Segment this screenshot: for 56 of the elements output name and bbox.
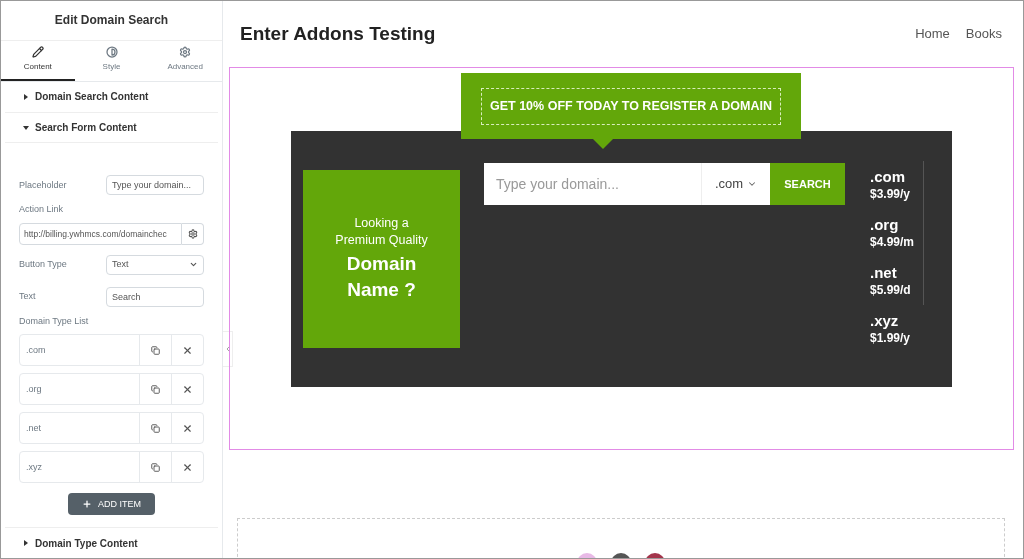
tld-select[interactable]: .com bbox=[701, 163, 770, 205]
tld-price: $1.99/y bbox=[870, 330, 912, 346]
close-icon bbox=[182, 422, 193, 434]
select-field[interactable]: Text bbox=[106, 254, 204, 275]
field-label: Domain Type List bbox=[19, 314, 90, 328]
copy-icon bbox=[151, 462, 160, 472]
promo-text: GET 10% OFF TODAY TO REGISTER A DOMAIN bbox=[481, 87, 781, 125]
settings-icon bbox=[187, 228, 198, 239]
promo-title: Domain Name ? bbox=[345, 252, 418, 302]
section-header[interactable]: Domain Type Content bbox=[5, 527, 218, 558]
tld-name: .org bbox=[870, 216, 900, 234]
section-header[interactable]: Search Form Content bbox=[5, 112, 218, 144]
pencil-icon bbox=[31, 46, 44, 59]
add-item-button[interactable]: ADD ITEM bbox=[68, 493, 155, 516]
caret-icon bbox=[747, 179, 758, 189]
settings-icon bbox=[179, 46, 192, 59]
copy-icon bbox=[151, 423, 160, 433]
close-icon bbox=[182, 344, 193, 356]
caret-icon bbox=[23, 93, 29, 100]
copy-icon bbox=[151, 384, 160, 394]
repeater-item-title[interactable]: .xyz bbox=[20, 452, 139, 483]
nav-link[interactable]: Books bbox=[965, 24, 1002, 44]
site-title: Enter Addons Testing bbox=[240, 21, 436, 46]
input-field[interactable]: Type your domain... bbox=[106, 175, 204, 196]
field-label: Button Type bbox=[19, 258, 67, 272]
field-label: Placeholder bbox=[19, 178, 67, 192]
plus-icon bbox=[82, 499, 92, 510]
repeater-item-title[interactable]: .org bbox=[20, 374, 139, 405]
section-header[interactable]: Domain Search Content bbox=[5, 82, 218, 113]
panel-tab[interactable]: Style bbox=[74, 40, 149, 82]
panel-tab[interactable]: Content bbox=[1, 40, 75, 82]
panel-tab[interactable]: Advanced bbox=[148, 40, 222, 82]
tld-name: .xyz bbox=[870, 312, 900, 330]
field-label: Action Link bbox=[19, 203, 65, 217]
contrast-icon bbox=[105, 46, 118, 59]
promo-intro: Looking a Premium Quality bbox=[334, 215, 429, 249]
tld-price: $5.99/d bbox=[870, 282, 912, 298]
field-label: Text bbox=[19, 290, 36, 304]
panel-title: Edit Domain Search bbox=[1, 1, 222, 41]
tld-name: .com bbox=[870, 168, 906, 186]
tld-price: $4.99/m bbox=[870, 234, 916, 250]
repeater-item-title[interactable]: .net bbox=[20, 413, 139, 444]
tld-price: $3.99/y bbox=[870, 186, 912, 202]
close-icon bbox=[182, 461, 193, 473]
input-field[interactable]: Search bbox=[106, 286, 204, 307]
tld-name: .net bbox=[870, 264, 898, 282]
copy-icon bbox=[151, 345, 160, 355]
repeater-item-title[interactable]: .com bbox=[20, 335, 139, 366]
nav-link[interactable]: Home bbox=[915, 24, 950, 44]
domain-search-field[interactable]: Type your domain... bbox=[484, 163, 701, 205]
caret-icon bbox=[23, 124, 29, 131]
caret-icon bbox=[23, 540, 29, 547]
collapse-handle[interactable] bbox=[223, 331, 233, 367]
url-field[interactable]: http://billing.ywhmcs.com/domainchec bbox=[19, 222, 183, 245]
close-icon bbox=[182, 383, 193, 395]
settings-button[interactable] bbox=[182, 222, 204, 245]
